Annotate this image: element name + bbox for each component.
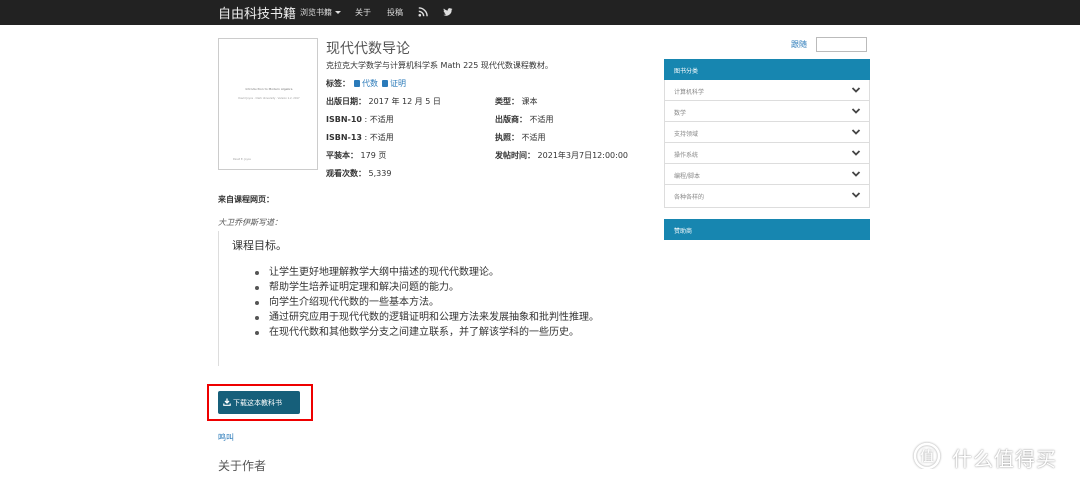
category-programming[interactable]: 编程/脚本 (665, 164, 869, 185)
category-label: 计算机科学 (674, 89, 705, 96)
list-item: 帮助学生培养证明定理和解决问题的能力。 (255, 280, 599, 295)
watermark-text: 什么值得买 (952, 447, 1057, 471)
nav-browse-dropdown[interactable]: 浏览书籍 (300, 7, 341, 18)
cover-title: Introduction to Modern Algebra (245, 87, 293, 91)
category-label: 各种各样的 (674, 194, 705, 201)
book-type: 类型： 课本 (495, 96, 538, 107)
tag-link-algebra[interactable]: 代数 (362, 79, 378, 88)
paperback-label: 平装本： (326, 151, 358, 160)
course-goals-title: 课程目标。 (232, 239, 287, 252)
rss-icon[interactable] (418, 7, 428, 17)
course-quote: 课程目标。 让学生更好地理解教学大纲中描述的现代代数理论。 帮助学生培养证明定理… (218, 231, 646, 366)
site-brand[interactable]: 自由科技书籍 (218, 3, 296, 22)
nav-browse-label: 浏览书籍 (300, 8, 332, 17)
category-label: 操作系统 (674, 152, 699, 159)
published-value: 2017 年 12 月 5 日 (368, 97, 441, 106)
about-author-heading: 关于作者 (218, 459, 267, 473)
posted-value: 2021年3月7日12:00:00 (537, 151, 629, 160)
category-mathematics[interactable]: 数学 (665, 101, 869, 122)
watermark-logo-icon: 值 (913, 442, 941, 469)
chevron-down-icon (851, 150, 861, 156)
follow-widget[interactable] (816, 37, 867, 52)
isbn13-value: : 不适用 (361, 133, 394, 142)
tag-link-proof[interactable]: 证明 (390, 79, 406, 88)
sponsors-panel-header: 赞助商 (664, 219, 870, 240)
chevron-down-icon (851, 192, 861, 198)
isbn-13: ISBN-13 : 不适用 (326, 132, 394, 143)
svg-text:值: 值 (920, 449, 934, 465)
cover-subtitle: David Joyce · Clark University · Version… (238, 97, 300, 100)
isbn-10: ISBN-10 : 不适用 (326, 114, 394, 125)
publisher: 出版商： 不适用 (495, 114, 554, 125)
paperback-pages: 平装本： 179 页 (326, 150, 386, 161)
book-tags: 标签： 代数 证明 (326, 78, 406, 89)
list-item: 在现代代数和其他数学分支之间建立联系，并了解该学科的一些历史。 (255, 325, 599, 340)
category-operating-systems[interactable]: 操作系统 (665, 143, 869, 164)
course-page-label: 来自课程网页： (218, 195, 274, 204)
publisher-value: 不适用 (529, 115, 554, 124)
isbn10-value: : 不适用 (361, 115, 394, 124)
category-computer-science[interactable]: 计算机科学 (665, 80, 869, 101)
download-label: 下载这本教科书 (233, 399, 282, 407)
license: 执照： 不适用 (495, 132, 546, 143)
book-icon (354, 80, 360, 87)
top-navbar: 自由科技书籍 浏览书籍 关于 投稿 (0, 0, 1080, 25)
book-cover-image: Introduction to Modern Algebra David Joy… (218, 38, 318, 170)
type-label: 类型： (495, 97, 519, 106)
isbn13-label: ISBN-13 (326, 133, 362, 142)
author-wrote-label: 大卫乔伊斯写道： (218, 218, 282, 227)
nav-about-link[interactable]: 关于 (355, 7, 371, 18)
caret-down-icon (335, 11, 341, 14)
chevron-down-icon (851, 129, 861, 135)
tweet-link[interactable]: 鸣叫 (218, 432, 234, 443)
categories-panel: 计算机科学 数学 支持领域 操作系统 编程/脚本 各种各样的 (664, 80, 870, 208)
isbn10-label: ISBN-10 (326, 115, 362, 124)
download-textbook-button[interactable]: 下载这本教科书 (218, 391, 300, 414)
license-value: 不适用 (521, 133, 546, 142)
course-goals-list: 让学生更好地理解教学大纲中描述的现代代数理论。 帮助学生培养证明定理和解决问题的… (255, 265, 599, 340)
category-supporting-fields[interactable]: 支持领域 (665, 122, 869, 143)
list-item: 通过研究应用于现代代数的逻辑证明和公理方法来发展抽象和批判性推理。 (255, 310, 599, 325)
published-label: 出版日期： (326, 97, 366, 106)
twitter-icon[interactable] (443, 7, 453, 17)
chevron-down-icon (851, 87, 861, 93)
view-count: 观看次数： 5,339 (326, 168, 391, 179)
category-miscellaneous[interactable]: 各种各样的 (665, 185, 869, 206)
chevron-down-icon (851, 108, 861, 114)
category-label: 编程/脚本 (674, 173, 701, 180)
paperback-value: 179 页 (360, 151, 387, 160)
type-value: 课本 (521, 97, 538, 106)
book-title: 现代代数导论 (326, 41, 410, 57)
download-icon (223, 398, 231, 406)
book-icon (382, 80, 388, 87)
follow-link[interactable]: 跟随 (791, 39, 807, 50)
cover-author: David E. Joyce (233, 158, 251, 161)
publisher-label: 出版商： (495, 115, 527, 124)
categories-panel-header: 图书分类 (664, 59, 870, 80)
views-label: 观看次数： (326, 169, 366, 178)
list-item: 向学生介绍现代代数的一些基本方法。 (255, 295, 599, 310)
nav-contribute-link[interactable]: 投稿 (387, 7, 403, 18)
posted-label: 发帖时间： (495, 151, 535, 160)
list-item: 让学生更好地理解教学大纲中描述的现代代数理论。 (255, 265, 599, 280)
book-description: 克拉克大学数学与计算机科学系 Math 225 现代代数课程教材。 (326, 61, 553, 70)
published-date: 出版日期： 2017 年 12 月 5 日 (326, 96, 441, 107)
tags-label: 标签： (326, 79, 350, 88)
category-label: 支持领域 (674, 131, 699, 138)
category-label: 数学 (674, 110, 687, 117)
license-label: 执照： (495, 133, 519, 142)
chevron-down-icon (851, 171, 861, 177)
posted-time: 发帖时间： 2021年3月7日12:00:00 (495, 150, 628, 161)
views-value: 5,339 (368, 169, 392, 178)
